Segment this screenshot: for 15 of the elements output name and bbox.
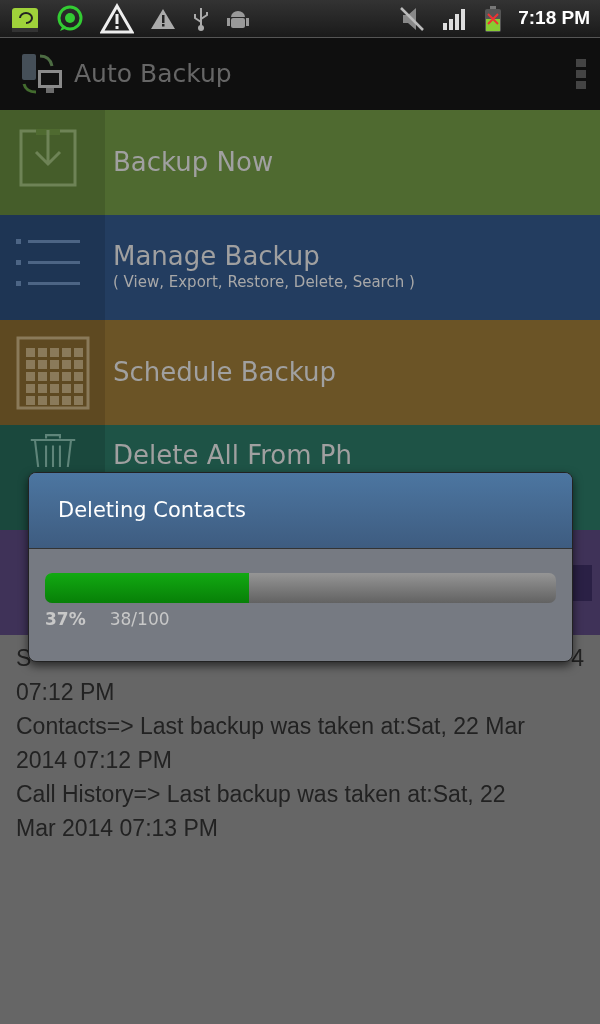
menu-sublabel: ( View, Export, Restore, Delete, Search )	[113, 271, 416, 293]
clock-time: 7:18 PM	[518, 6, 590, 31]
progress-percent: 37%	[45, 608, 86, 631]
backup-status-text: Contacts=> Last backup was taken at:Sat, 22 Mar 2014 07:12 PM	[16, 712, 526, 775]
dialog-title: Deleting Contacts	[58, 496, 246, 524]
menu-label: Manage Backup	[113, 241, 321, 271]
menu-label: Delete All From Ph	[113, 441, 354, 470]
progress-count: 38/100	[109, 608, 170, 631]
backup-status-text: Call History=> Last backup was taken at:Sat, 22 Mar 2014 07:13 PM	[16, 780, 507, 843]
app-title: Auto Backup	[74, 58, 232, 91]
backup-status-text: 4	[571, 644, 584, 673]
menu-label: Schedule Backup	[113, 358, 338, 387]
backup-status-text: S	[16, 644, 32, 673]
backup-status-text: 07:12 PM	[16, 678, 116, 707]
menu-label: Backup Now	[113, 148, 275, 177]
